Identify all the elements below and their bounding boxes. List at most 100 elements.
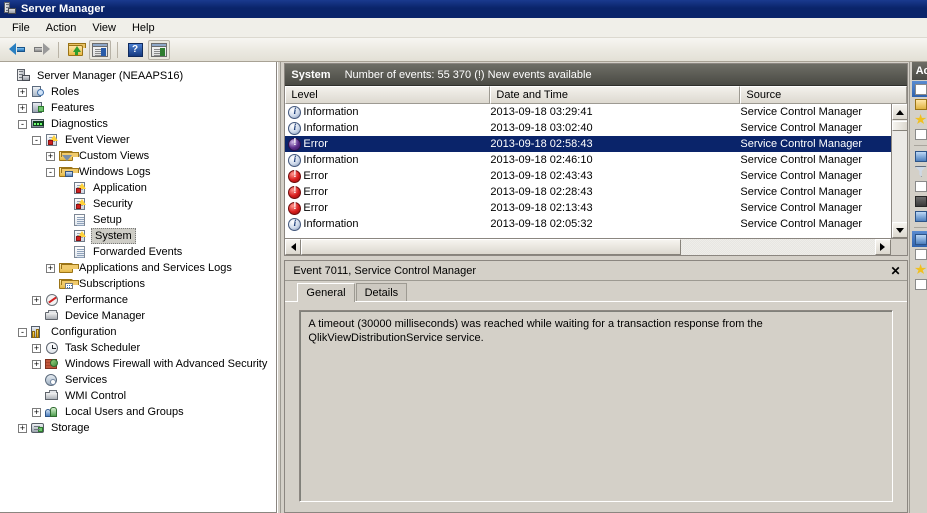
- tree-node-configuration[interactable]: - Configuration: [4, 324, 276, 340]
- event-row[interactable]: Error 2013-09-18 02:13:43 Service Control …: [285, 200, 890, 216]
- scroll-down-button[interactable]: [891, 222, 907, 238]
- tree-node-device-manager[interactable]: Device Manager: [4, 308, 276, 324]
- tree-expander-spacer: [32, 392, 41, 401]
- expand-icon[interactable]: +: [32, 359, 41, 369]
- triangle-up-icon: [895, 109, 904, 115]
- show-hide-action-pane-button[interactable]: [148, 39, 170, 60]
- tree-node-subscriptions[interactable]: Subscriptions: [4, 276, 276, 292]
- actions-item-import-custom-view[interactable]: Import Custom View...: [912, 127, 927, 142]
- tree-node-setup[interactable]: Setup: [4, 212, 276, 228]
- tree-node-forwarded-events[interactable]: Forwarded Events: [4, 244, 276, 260]
- event-row[interactable]: Information 2013-09-18 03:29:41 Service Co…: [285, 104, 890, 120]
- actions-item-create-custom-view[interactable]: Create Custom View...: [912, 112, 927, 127]
- tree-node-system[interactable]: System: [4, 228, 276, 244]
- actions-item-filter-current-log[interactable]: Filter Current Log...: [912, 164, 927, 179]
- scroll-left-button[interactable]: [285, 239, 302, 255]
- column-header-level[interactable]: Level: [285, 86, 491, 104]
- tree-node-applications-and-services-logs[interactable]: + Applications and Services Logs: [4, 260, 276, 276]
- help-button[interactable]: ?: [124, 40, 146, 60]
- event-level-label: Error: [303, 138, 328, 150]
- expand-icon[interactable]: +: [18, 423, 27, 433]
- scroll-right-button[interactable]: [874, 239, 891, 255]
- event-list-vertical-scrollbar[interactable]: [890, 104, 907, 238]
- folder-icon: [58, 261, 79, 275]
- tree-node-label: Features: [51, 102, 95, 114]
- actions-item-find[interactable]: Find...: [912, 194, 927, 209]
- console-tree-pane[interactable]: Server Manager (NEAAPS16) + Roles + Features…: [0, 62, 277, 513]
- actions-pane[interactable]: Actions System Open Saved Log... Create …: [908, 62, 927, 513]
- back-button[interactable]: [6, 40, 28, 60]
- event-row[interactable]: Information 2013-09-18 02:05:32 Service Co…: [285, 216, 890, 232]
- tree-node-security[interactable]: Security: [4, 196, 276, 212]
- expand-icon[interactable]: +: [18, 87, 27, 97]
- actions-item-attach-task[interactable]: Attach Task To This Event...: [912, 262, 927, 277]
- collapse-icon[interactable]: -: [18, 119, 27, 129]
- performance-icon: [44, 293, 60, 307]
- tree-node-task-scheduler[interactable]: + Task Scheduler: [4, 340, 276, 356]
- event-row[interactable]: Information 2013-09-18 02:46:10 Service Co…: [285, 152, 890, 168]
- actions-item-event-7011[interactable]: Event 7011, Service Control Manager: [911, 231, 927, 247]
- expand-icon[interactable]: +: [32, 295, 41, 305]
- tree-node-local-users-and-groups[interactable]: + Local Users and Groups: [4, 404, 276, 420]
- actions-item-copy[interactable]: Copy: [912, 277, 927, 292]
- menu-item-view[interactable]: View: [84, 19, 124, 37]
- event-list: System Number of events: 55 370 (!) New …: [284, 63, 908, 256]
- tree-node-label: Services: [65, 374, 108, 386]
- actions-item-clear-log[interactable]: Clear Log...: [912, 149, 927, 164]
- tree-node-performance[interactable]: + Performance: [4, 292, 276, 308]
- tree-node-label: Windows Firewall with Advanced Security: [65, 358, 268, 370]
- actions-item-event-properties[interactable]: Event Properties: [912, 247, 927, 262]
- event-row[interactable]: Error 2013-09-18 02:28:43 Service Control …: [285, 184, 890, 200]
- tree-node-services[interactable]: Services: [4, 372, 276, 388]
- horizontal-scroll-track[interactable]: [681, 239, 874, 255]
- collapse-icon[interactable]: -: [46, 167, 55, 177]
- menu-item-action[interactable]: Action: [38, 19, 85, 37]
- event-row[interactable]: Error 2013-09-18 02:43:43 Service Control …: [285, 168, 890, 184]
- features-icon: [30, 101, 46, 115]
- tree-node-windows-firewall-with-advanced-security[interactable]: + Windows Firewall with Advanced Security: [4, 356, 276, 372]
- tree-node-storage[interactable]: + Storage: [4, 420, 276, 436]
- event-description[interactable]: A timeout (30000 milliseconds) was reach…: [299, 310, 893, 502]
- expand-icon[interactable]: +: [18, 103, 27, 113]
- up-one-level-button[interactable]: [65, 40, 87, 60]
- expand-icon[interactable]: +: [46, 151, 55, 161]
- expand-icon[interactable]: +: [32, 343, 41, 353]
- event-row[interactable]: Error 2013-09-18 02:58:43 Service Control …: [285, 136, 891, 152]
- tab-general[interactable]: General: [297, 283, 355, 302]
- expand-icon[interactable]: +: [46, 263, 55, 273]
- event-list-horizontal-scrollbar[interactable]: [285, 238, 907, 255]
- column-header-date[interactable]: Date and Time: [490, 86, 741, 104]
- tree-node-application[interactable]: Application: [4, 180, 276, 196]
- actions-item-open-saved-log[interactable]: Open Saved Log...: [912, 97, 927, 112]
- scroll-up-button[interactable]: [891, 104, 907, 120]
- horizontal-scroll-thumb[interactable]: [301, 239, 682, 255]
- event-details-header: Event 7011, Service Control Manager ✕: [285, 261, 907, 281]
- column-header-source[interactable]: Source: [740, 86, 907, 104]
- tree-node-features[interactable]: + Features: [4, 100, 276, 116]
- tree-node-custom-views[interactable]: + Custom Views: [4, 148, 276, 164]
- forward-button[interactable]: [30, 40, 52, 60]
- tree-node-windows-logs[interactable]: - Windows Logs: [4, 164, 276, 180]
- menu-item-help[interactable]: Help: [124, 19, 163, 37]
- event-cell-source: Service Control Manager: [740, 218, 863, 230]
- tree-expander-spacer: [32, 312, 41, 321]
- tree-node-diagnostics[interactable]: - Diagnostics: [4, 116, 276, 132]
- tree-node-wmi-control[interactable]: WMI Control: [4, 388, 276, 404]
- tab-details[interactable]: Details: [355, 283, 408, 301]
- close-icon[interactable]: ✕: [891, 265, 901, 277]
- expand-icon[interactable]: +: [32, 407, 41, 417]
- event-row[interactable]: Information 2013-09-18 03:02:40 Service Co…: [285, 120, 890, 136]
- tree-node-event-viewer[interactable]: - Event Viewer: [4, 132, 276, 148]
- show-hide-console-tree-button[interactable]: [89, 39, 111, 60]
- tree-node-label: Diagnostics: [51, 118, 108, 130]
- menu-item-file[interactable]: File: [4, 19, 38, 37]
- actions-item-properties[interactable]: Properties: [912, 179, 927, 194]
- tree-node-roles[interactable]: + Roles: [4, 84, 276, 100]
- collapse-icon[interactable]: -: [18, 327, 27, 337]
- task-scheduler-icon: [44, 341, 60, 355]
- actions-item-save-all-events[interactable]: Save All Events As...: [912, 209, 927, 224]
- tree-node-server-manager-neaaps16[interactable]: Server Manager (NEAAPS16): [4, 68, 276, 84]
- actions-item-system[interactable]: System: [911, 81, 927, 97]
- vertical-scroll-thumb[interactable]: [891, 121, 907, 131]
- collapse-icon[interactable]: -: [32, 135, 41, 145]
